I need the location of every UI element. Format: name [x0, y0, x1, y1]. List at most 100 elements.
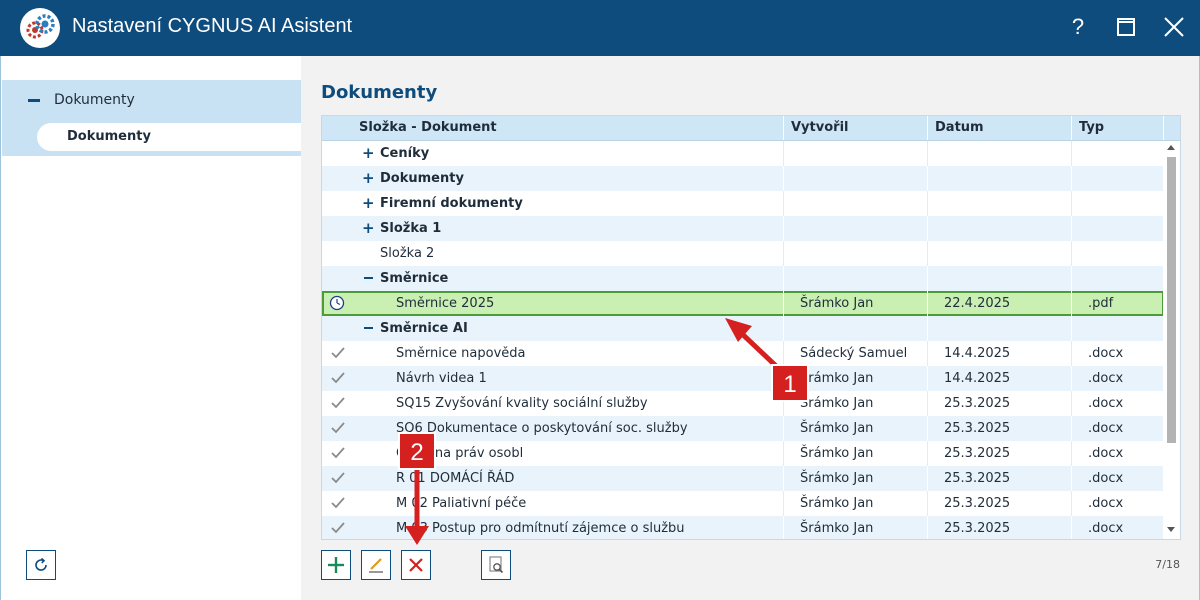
cell-author: Šrámko Jan	[800, 396, 874, 411]
folder-row[interactable]: + Firemní dokumenty	[322, 191, 1164, 216]
edit-button[interactable]	[361, 550, 391, 580]
cell-author: Sádecký Samuel	[800, 346, 908, 361]
collapse-icon[interactable]	[364, 277, 373, 279]
cell-name: R 01 DOMÁCÍ ŘÁD	[396, 471, 515, 486]
cell-date: 25.3.2025	[944, 421, 1011, 436]
cell-author	[800, 266, 928, 291]
cell-type: .pdf	[1088, 296, 1114, 311]
cell-author: Šrámko Jan	[800, 471, 874, 486]
cell-type: .docx	[1088, 346, 1124, 361]
cell-type	[1088, 141, 1168, 166]
refresh-button[interactable]	[26, 550, 56, 580]
cell-author	[800, 316, 928, 341]
folder-row[interactable]: + Dokumenty	[322, 166, 1164, 191]
document-row[interactable]: M 03 Postup pro odmítnutí zájemce o služ…	[322, 516, 1164, 539]
checkmark-icon	[331, 397, 345, 409]
document-row[interactable]: Směrnice napověda Sádecký Samuel 14.4.2025…	[322, 341, 1164, 366]
cell-type	[1088, 316, 1168, 341]
sidebar-item-dokumenty[interactable]: Dokumenty	[37, 123, 302, 151]
cell-author: Šrámko Jan	[800, 421, 874, 436]
cell-type: .docx	[1088, 496, 1124, 511]
cell-name: M 03 Postup pro odmítnutí zájemce o služ…	[396, 521, 685, 536]
column-header-name[interactable]: Složka - Dokument	[322, 116, 784, 140]
cell-author: Šrámko Jan	[800, 521, 874, 536]
delete-button[interactable]	[401, 550, 431, 580]
column-separator	[783, 341, 784, 366]
column-separator	[783, 491, 784, 516]
cell-date	[944, 166, 1072, 191]
vertical-scrollbar[interactable]	[1163, 141, 1180, 539]
cell-name: Návrh videa 1	[396, 371, 487, 386]
document-row[interactable]: R 01 DOMÁCÍ ŘÁD Šrámko Jan 25.3.2025 .docx	[322, 466, 1164, 491]
column-separator	[783, 166, 784, 191]
cell-date: 14.4.2025	[944, 371, 1011, 386]
maximize-button[interactable]	[1109, 10, 1143, 44]
cell-name: Firemní dokumenty	[380, 196, 523, 211]
cell-date: 14.4.2025	[944, 346, 1011, 361]
cell-type: .docx	[1088, 421, 1124, 436]
cell-date: 25.3.2025	[944, 446, 1011, 461]
edit-icon	[369, 558, 383, 573]
document-row[interactable]: Návrh videa 1 Šrámko Jan 14.4.2025 .docx	[322, 366, 1164, 391]
folder-row[interactable]: + Ceníky	[322, 141, 1164, 166]
cell-name: Směrnice napověda	[396, 346, 526, 361]
cell-date	[944, 266, 1072, 291]
document-row[interactable]: Ochrana práv osobl Šrámko Jan 25.3.2025 .do…	[322, 441, 1164, 466]
column-separator	[783, 241, 784, 266]
scrollbar-thumb[interactable]	[1167, 157, 1176, 443]
folder-row[interactable]: Směrnice	[322, 266, 1164, 291]
document-row[interactable]: SQ15 Zvyšování kvality sociální služby Šr…	[322, 391, 1164, 416]
cell-type: .docx	[1088, 471, 1124, 486]
document-row[interactable]: M 02 Paliativní péče Šrámko Jan 25.3.2025.…	[322, 491, 1164, 516]
maximize-icon	[1117, 18, 1135, 36]
document-row[interactable]: Směrnice 2025 Šrámko Jan 22.4.2025 .pdf	[322, 291, 1164, 316]
cell-author: Šrámko Jan	[800, 296, 874, 311]
cell-name: M 02 Paliativní péče	[396, 496, 527, 511]
checkmark-icon	[331, 372, 345, 384]
expand-icon[interactable]: +	[362, 191, 375, 216]
cell-author: Šrámko Jan	[800, 496, 874, 511]
cell-date	[944, 141, 1072, 166]
cell-type	[1088, 266, 1168, 291]
scroll-up-icon[interactable]	[1167, 145, 1175, 150]
cell-date	[944, 191, 1072, 216]
scroll-down-icon[interactable]	[1167, 527, 1175, 532]
cell-name: Směrnice	[380, 271, 449, 286]
cell-type	[1088, 191, 1168, 216]
help-button[interactable]: ?	[1061, 10, 1095, 44]
document-row[interactable]: SQ6 Dokumentace o poskytování soc. služb…	[322, 416, 1164, 441]
expand-icon[interactable]: +	[362, 141, 375, 166]
cell-date	[944, 241, 1072, 266]
folder-row[interactable]: + Složka 1	[322, 216, 1164, 241]
cell-type: .docx	[1088, 396, 1124, 411]
checkmark-icon	[331, 447, 345, 459]
callout-2: 2	[398, 432, 436, 470]
checkmark-icon	[331, 472, 345, 484]
column-header-author[interactable]: Vytvořil	[784, 116, 928, 140]
close-button[interactable]	[1157, 10, 1191, 44]
close-icon	[1164, 17, 1184, 37]
row-counter: 7/18	[1155, 558, 1180, 571]
column-separator	[783, 316, 784, 341]
app-logo	[20, 8, 60, 48]
folder-row[interactable]: Složka 2	[322, 241, 1164, 266]
cell-name: Směrnice 2025	[396, 296, 495, 311]
cell-author	[800, 191, 928, 216]
column-separator	[783, 216, 784, 241]
cell-type	[1088, 241, 1168, 266]
expand-icon[interactable]: +	[362, 216, 375, 241]
column-header-type[interactable]: Typ	[1072, 116, 1164, 140]
cell-name: Dokumenty	[380, 171, 464, 186]
cell-author: Šrámko Jan	[800, 446, 874, 461]
column-separator	[783, 266, 784, 291]
expand-icon[interactable]: +	[362, 166, 375, 191]
cell-date: 22.4.2025	[944, 296, 1011, 311]
add-button[interactable]	[321, 550, 351, 580]
preview-button[interactable]	[481, 550, 511, 580]
column-header-date[interactable]: Datum	[928, 116, 1072, 140]
cell-type: .docx	[1088, 446, 1124, 461]
folder-row[interactable]: Směrnice AI	[322, 316, 1164, 341]
column-separator	[783, 466, 784, 491]
collapse-icon[interactable]	[364, 327, 373, 329]
sidebar-group-header[interactable]: Dokumenty	[2, 80, 302, 120]
